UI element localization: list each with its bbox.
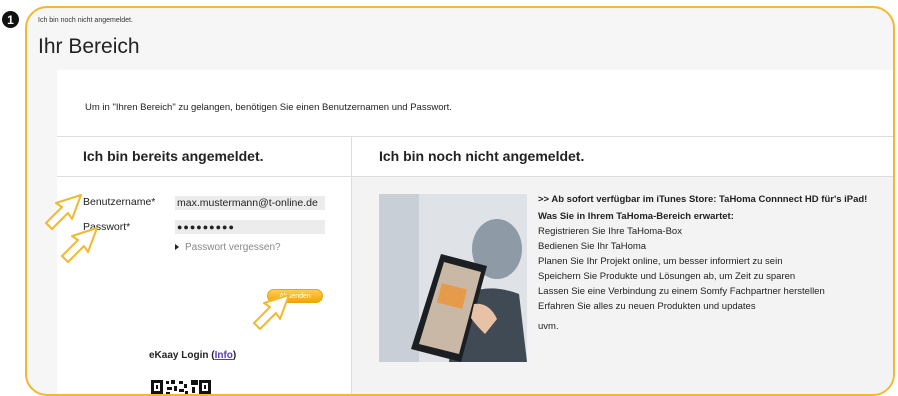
arrow-right-icon — [175, 244, 179, 251]
uvm-text: uvm. — [538, 321, 559, 332]
benefit-item: Registrieren Sie Ihre TaHoma-Box — [538, 226, 682, 237]
promo-text: >> Ab sofort verfügbar im iTunes Store: … — [538, 194, 868, 205]
breadcrumb: Ich bin noch nicht angemeldet. — [38, 17, 133, 24]
login-heading: Ich bin bereits angemeldet. — [83, 148, 264, 164]
benefit-item: Erfahren Sie alles zu neuen Produkten un… — [538, 301, 756, 312]
benefit-item: Lassen Sie eine Verbindung zu einem Somf… — [538, 286, 825, 297]
ekaay-info-link[interactable]: Info — [215, 350, 233, 361]
step-number-badge: 1 — [2, 11, 19, 28]
benefit-item: Planen Sie Ihr Projekt online, um besser… — [538, 256, 783, 267]
username-input[interactable]: max.mustermann@t-online.de — [175, 196, 325, 210]
password-input[interactable]: ●●●●●●●●● — [175, 220, 325, 234]
forgot-password-label: Passwort vergessen? — [185, 242, 281, 253]
page-title: Ihr Bereich — [38, 35, 140, 58]
benefits-heading: Was Sie in Ihrem TaHoma-Bereich erwartet… — [538, 211, 734, 222]
register-info: >> Ab sofort verfügbar im iTunes Store: … — [538, 194, 878, 334]
divider — [57, 136, 893, 137]
ekaay-close-paren: ) — [232, 350, 237, 361]
highlight-frame: Ich bin noch nicht angemeldet. Ihr Berei… — [25, 6, 895, 396]
benefit-item: Speichern Sie Produkte und Lösungen ab, … — [538, 271, 796, 282]
divider — [57, 176, 893, 177]
benefit-item: Bedienen Sie Ihr TaHoma — [538, 241, 647, 252]
forgot-password-link[interactable]: Passwort vergessen? — [175, 242, 281, 253]
username-label: Benutzername* — [83, 196, 156, 208]
ekaay-login: eKaay Login (Info) — [149, 350, 236, 361]
qr-code-icon — [151, 380, 211, 394]
tablet-photo — [379, 194, 527, 362]
pointer-hand-icon — [61, 227, 98, 263]
pointer-hand-icon — [253, 294, 290, 330]
ekaay-label: eKaay Login ( — [149, 350, 215, 361]
register-heading: Ich bin noch nicht angemeldet. — [379, 148, 585, 164]
column-divider — [351, 136, 352, 394]
intro-text: Um in "Ihren Bereich" zu gelangen, benöt… — [85, 102, 452, 113]
content-panel: Um in "Ihren Bereich" zu gelangen, benöt… — [57, 70, 893, 394]
